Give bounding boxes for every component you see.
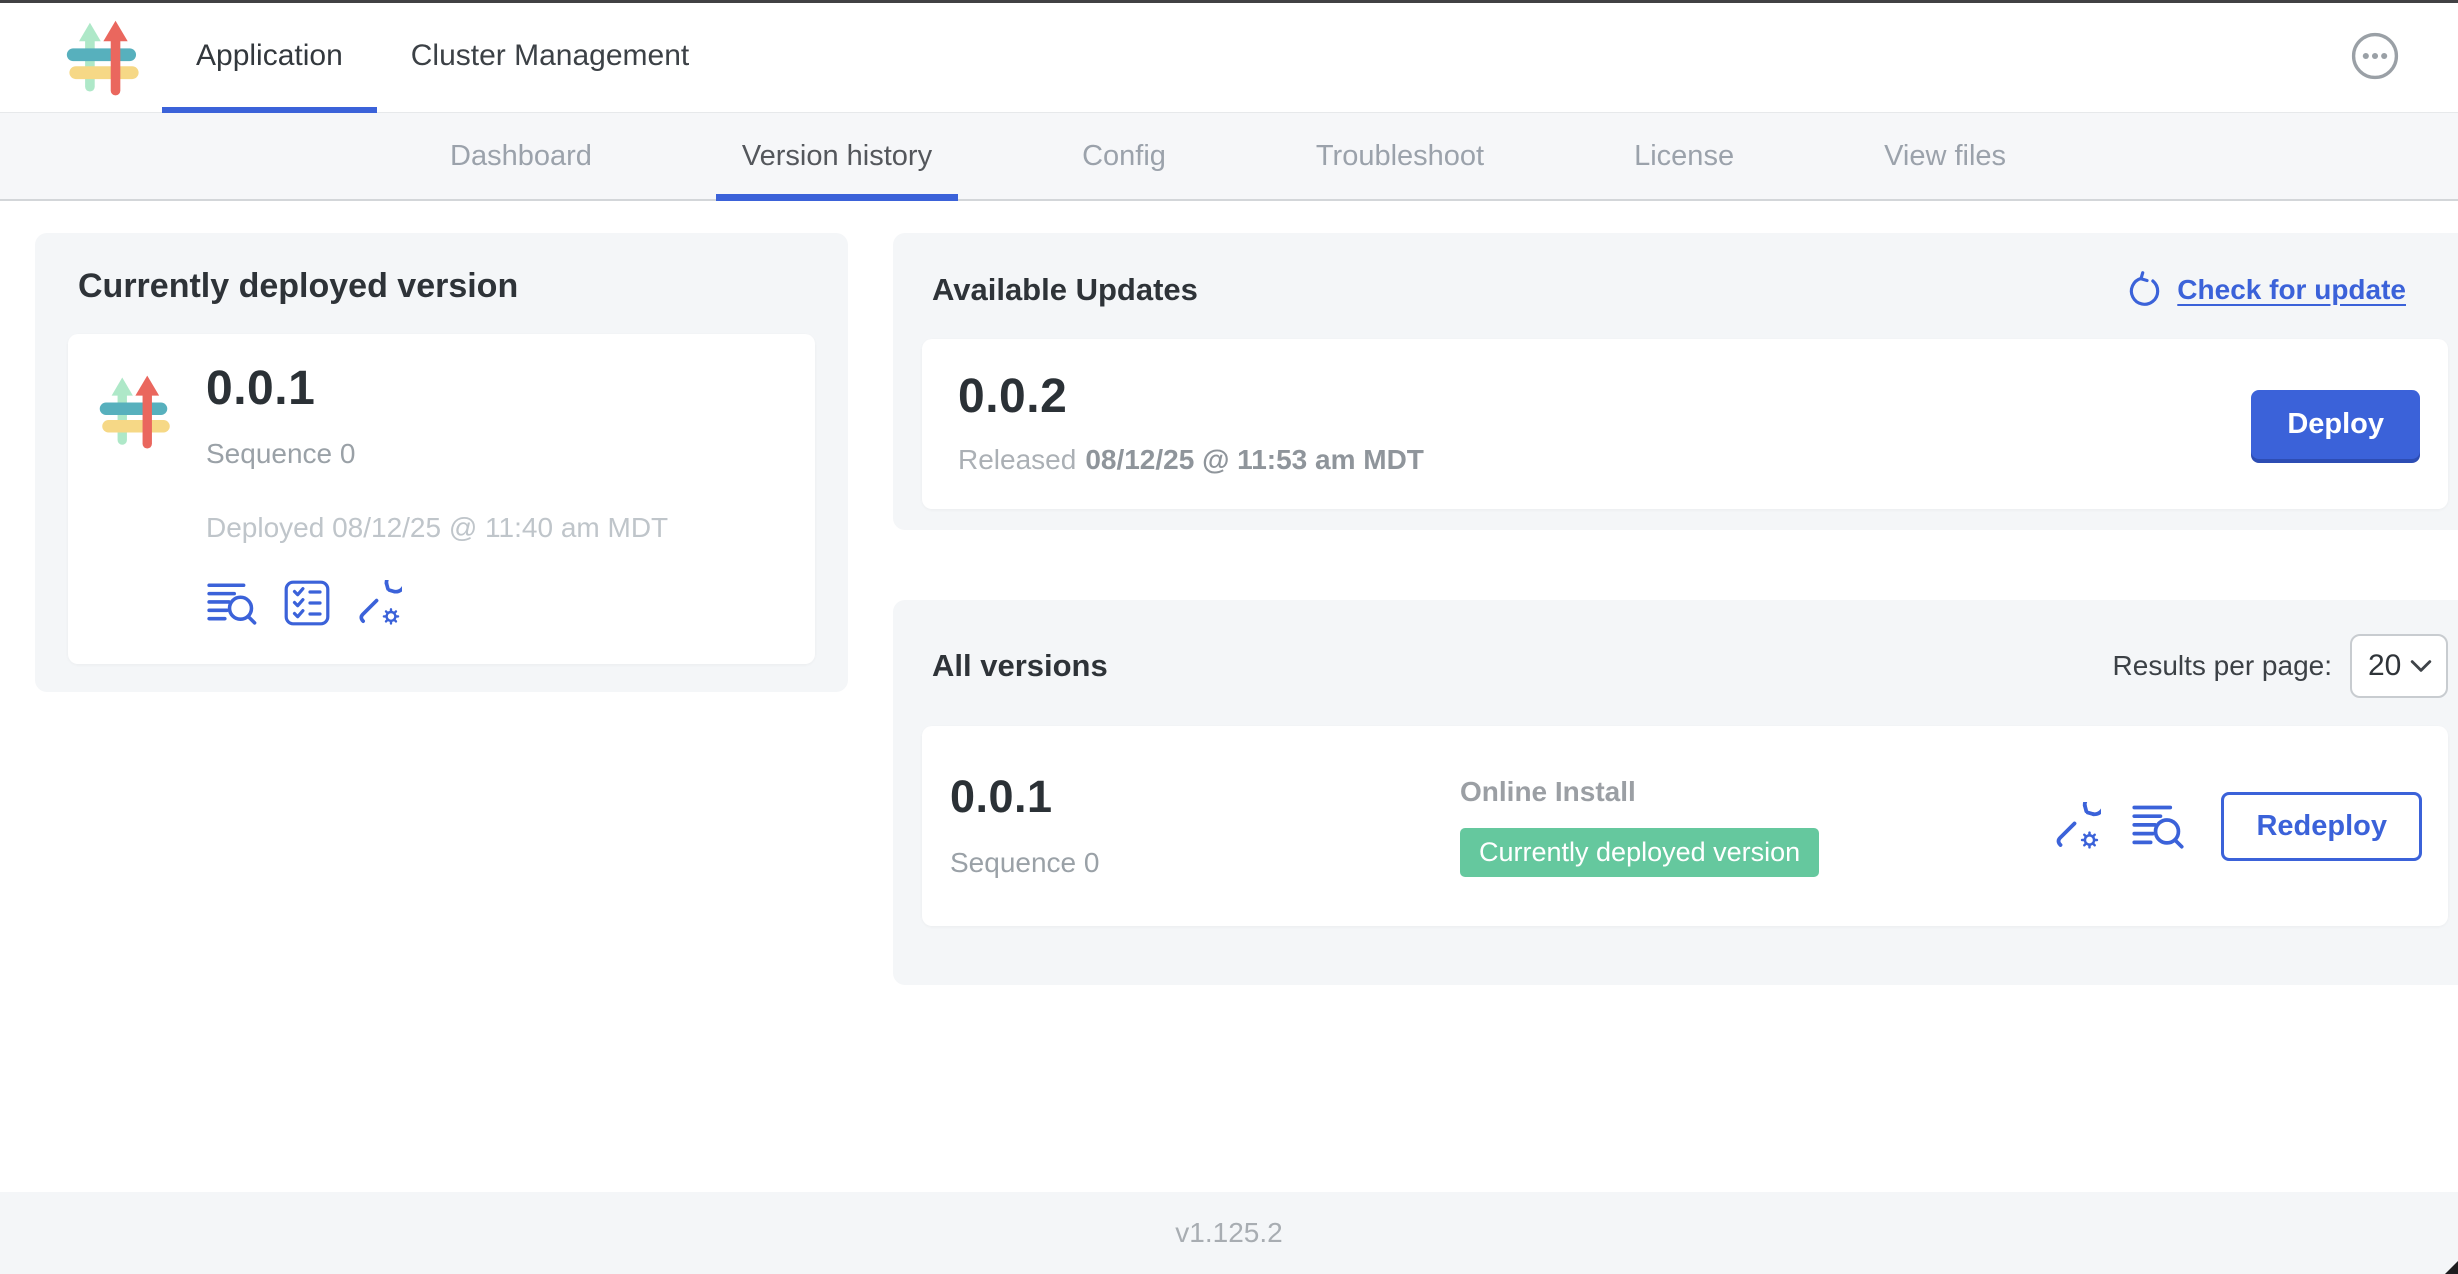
tab-cluster-management[interactable]: Cluster Management [377,0,723,112]
available-updates-title: Available Updates [932,272,1198,308]
install-type-label: Online Install [1460,776,2053,808]
app-logo-icon [63,15,145,97]
screen-corner-artifact [2445,1261,2458,1274]
row-status-info: Online Install Currently deployed versio… [1460,776,2053,877]
app-level-tabs: Application Cluster Management [162,0,723,112]
released-prefix: Released [958,444,1076,475]
results-per-page-label: Results per page: [2113,650,2332,682]
tab-version-history[interactable]: Version history [716,113,958,199]
tab-dashboard[interactable]: Dashboard [424,113,618,199]
row-version-info: 0.0.1 Sequence 0 [950,773,1460,878]
deployed-timestamp: Deployed 08/12/25 @ 11:40 am MDT [206,512,668,544]
ellipsis-menu-icon [2349,30,2401,82]
results-per-page-select[interactable]: 20 [2350,634,2448,698]
check-for-update-label: Check for update [2177,274,2406,306]
update-released-line: Released 08/12/25 @ 11:53 am MDT [958,444,1424,476]
currently-deployed-card: Currently deployed version 0.0.1 Sequenc… [35,233,848,692]
console-version-label: v1.125.2 [1175,1217,1282,1249]
all-versions-header: All versions Results per page: 20 [922,634,2448,698]
right-column: Available Updates Check for update 0.0.2… [893,233,2458,985]
chevron-down-icon [2410,659,2432,673]
app-logo-icon [96,370,176,450]
tab-view-files-label: View files [1884,140,2006,173]
redeploy-button[interactable]: Redeploy [2221,792,2422,861]
tab-dashboard-label: Dashboard [450,140,592,173]
currently-deployed-badge: Currently deployed version [1460,828,1819,877]
deployed-version-info: 0.0.1 Sequence 0 Deployed 08/12/25 @ 11:… [206,364,668,626]
edit-config-icon[interactable] [356,580,402,626]
tab-license-label: License [1634,140,1734,173]
tab-application[interactable]: Application [162,0,377,112]
release-notes-icon[interactable] [2131,802,2186,850]
results-per-page: Results per page: 20 [2113,634,2448,698]
all-versions-card: All versions Results per page: 20 0.0.1 … [893,600,2458,985]
top-nav: Application Cluster Management [0,0,2458,113]
tab-version-history-label: Version history [742,140,932,173]
check-for-update-link[interactable]: Check for update [2125,271,2406,309]
released-timestamp: 08/12/25 @ 11:53 am MDT [1085,444,1424,475]
edit-config-icon[interactable] [2053,802,2101,850]
currently-deployed-title: Currently deployed version [78,267,815,306]
row-sequence-label: Sequence 0 [950,847,1460,879]
overflow-menu-button[interactable] [2348,29,2402,83]
section-nav: Dashboard Version history Config Trouble… [0,113,2458,201]
deployed-version-detail: 0.0.1 Sequence 0 Deployed 08/12/25 @ 11:… [68,334,815,664]
release-notes-icon[interactable] [206,580,258,626]
deployed-sequence-label: Sequence 0 [206,438,668,470]
row-version-number: 0.0.1 [950,773,1460,820]
row-actions: Redeploy [2053,792,2422,861]
available-updates-header: Available Updates Check for update [922,267,2448,309]
refresh-icon [2125,271,2163,309]
tab-config-label: Config [1082,140,1166,173]
tab-cluster-management-label: Cluster Management [411,39,689,73]
footer: v1.125.2 [0,1192,2458,1274]
tab-config[interactable]: Config [1056,113,1192,199]
deploy-button[interactable]: Deploy [2251,390,2420,459]
tab-troubleshoot[interactable]: Troubleshoot [1290,113,1510,199]
preflight-checks-icon[interactable] [284,580,330,626]
available-updates-card: Available Updates Check for update 0.0.2… [893,233,2458,530]
results-per-page-value: 20 [2368,649,2401,683]
deployed-version-number: 0.0.1 [206,364,668,414]
version-row: 0.0.1 Sequence 0 Online Install Currentl… [922,726,2448,926]
available-update-row: 0.0.2 Released 08/12/25 @ 11:53 am MDT De… [922,339,2448,509]
tab-license[interactable]: License [1608,113,1760,199]
all-versions-title: All versions [932,648,1108,684]
tab-application-label: Application [196,39,343,73]
tab-view-files[interactable]: View files [1858,113,2032,199]
window-top-edge [0,0,2458,3]
tab-troubleshoot-label: Troubleshoot [1316,140,1484,173]
app-logo-icon [63,0,145,112]
main-content: Currently deployed version 0.0.1 Sequenc… [0,201,2458,985]
update-version-number: 0.0.2 [958,372,1424,422]
update-info: 0.0.2 Released 08/12/25 @ 11:53 am MDT [958,372,1424,476]
deployed-action-icons [206,580,668,626]
